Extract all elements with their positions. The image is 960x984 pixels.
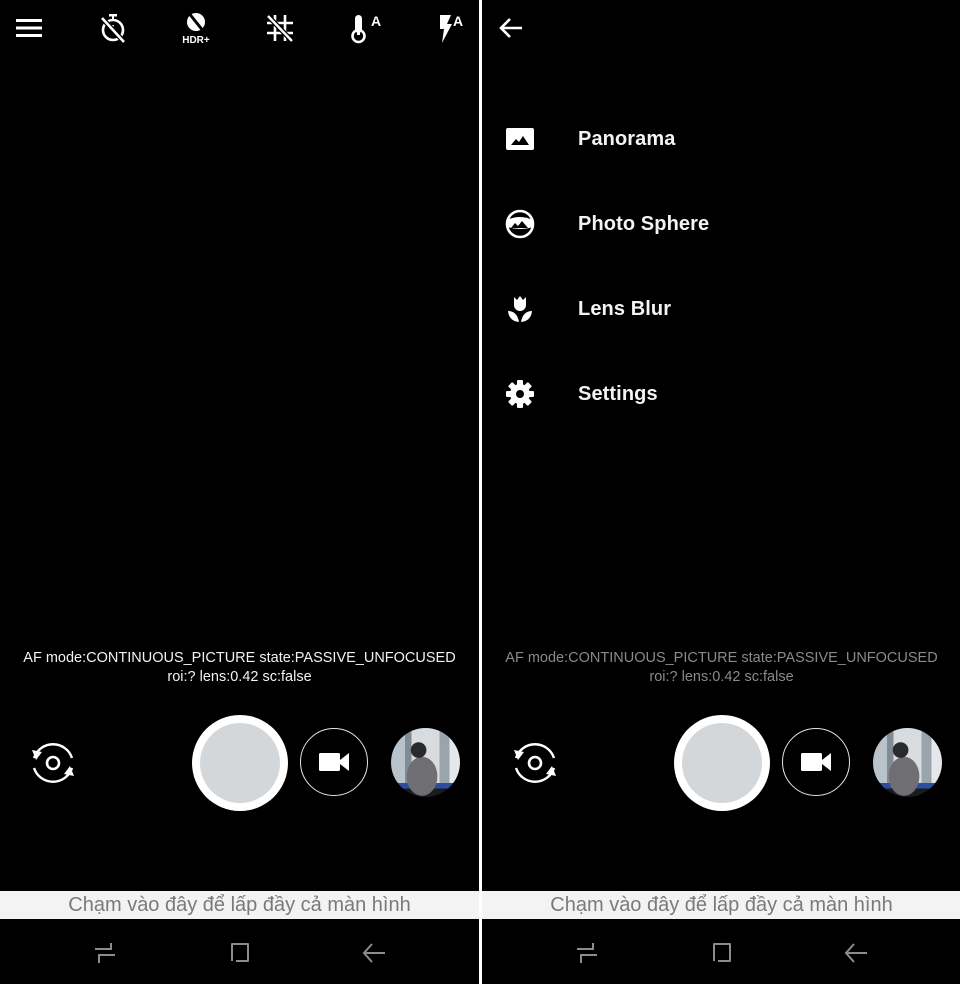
shutter-button[interactable] xyxy=(674,715,770,811)
switch-camera-button[interactable] xyxy=(507,735,563,791)
flash-auto-icon[interactable]: A xyxy=(430,8,470,48)
menu-item-lens-blur[interactable]: Lens Blur xyxy=(482,279,960,339)
recent-apps-button[interactable] xyxy=(567,937,607,969)
home-button[interactable] xyxy=(220,937,260,969)
menu-item-settings[interactable]: Settings xyxy=(482,364,960,424)
menu-label-settings: Settings xyxy=(578,382,658,405)
hdr-plus-icon[interactable]: HDR+ xyxy=(176,8,216,48)
panorama-icon xyxy=(502,121,538,157)
nav-back-icon xyxy=(362,943,385,963)
switch-camera-icon xyxy=(514,743,556,783)
video-mode-button[interactable] xyxy=(782,728,850,796)
af-debug-text: AF mode:CONTINUOUS_PICTURE state:PASSIVE… xyxy=(0,649,479,687)
af-debug-line2: roi:? lens:0.42 sc:false xyxy=(167,669,312,685)
grid-off-icon[interactable] xyxy=(260,8,300,48)
fill-screen-banner[interactable]: Chạm vào đây để lấp đầy cả màn hình xyxy=(482,891,960,919)
menu-label-lens-blur: Lens Blur xyxy=(578,297,672,320)
recent-apps-button[interactable] xyxy=(85,937,125,969)
video-mode-button[interactable] xyxy=(300,728,368,796)
recent-apps-icon xyxy=(577,943,597,963)
fill-screen-banner[interactable]: Chạm vào đây để lấp đầy cả màn hình xyxy=(0,891,479,919)
white-balance-auto-icon[interactable]: A xyxy=(345,8,385,48)
video-camera-icon xyxy=(319,753,349,771)
nav-back-button[interactable] xyxy=(836,937,876,969)
af-debug-line2: roi:? lens:0.42 sc:false xyxy=(649,669,794,685)
camera-screen-right: Panorama Photo Sphere Lens Blur Settings… xyxy=(482,0,960,984)
navigation-bar xyxy=(482,919,960,984)
nav-back-button[interactable] xyxy=(354,937,394,969)
menu-icon[interactable] xyxy=(9,8,49,48)
home-icon xyxy=(231,943,249,962)
menu-item-panorama[interactable]: Panorama xyxy=(482,109,960,169)
switch-camera-button[interactable] xyxy=(25,735,81,791)
flash-auto-label: A xyxy=(453,13,463,29)
camera-screen-left: HDR+ A A AF mode:CONTINUOUS_PICTURE stat… xyxy=(0,0,479,984)
fill-screen-text: Chạm vào đây để lấp đầy cả màn hình xyxy=(550,894,893,916)
af-debug-line1: AF mode:CONTINUOUS_PICTURE state:PASSIVE… xyxy=(505,650,938,666)
shutter-button[interactable] xyxy=(192,715,288,811)
af-debug-text: AF mode:CONTINUOUS_PICTURE state:PASSIVE… xyxy=(482,649,960,687)
wb-auto-label: A xyxy=(371,13,381,29)
video-camera-icon xyxy=(801,753,831,771)
gallery-thumbnail[interactable] xyxy=(391,728,460,797)
af-debug-line1: AF mode:CONTINUOUS_PICTURE state:PASSIVE… xyxy=(23,650,456,666)
menu-label-panorama: Panorama xyxy=(578,127,676,150)
menu-label-photo-sphere: Photo Sphere xyxy=(578,212,710,235)
lens-blur-icon xyxy=(502,291,538,327)
timer-off-icon[interactable] xyxy=(93,8,133,48)
recent-apps-icon xyxy=(95,943,115,963)
photo-sphere-icon xyxy=(502,206,538,242)
hdr-plus-label: HDR+ xyxy=(182,35,210,45)
home-icon xyxy=(713,943,731,962)
shutter-inner xyxy=(682,723,762,803)
fill-screen-text: Chạm vào đây để lấp đầy cả màn hình xyxy=(68,894,411,916)
shutter-inner xyxy=(200,723,280,803)
gallery-thumbnail[interactable] xyxy=(873,728,942,797)
nav-back-icon xyxy=(844,943,867,963)
menu-item-photo-sphere[interactable]: Photo Sphere xyxy=(482,194,960,254)
switch-camera-icon xyxy=(32,743,74,783)
home-button[interactable] xyxy=(702,937,742,969)
settings-icon xyxy=(502,376,538,412)
back-arrow-icon[interactable] xyxy=(491,8,531,48)
navigation-bar xyxy=(0,919,479,984)
